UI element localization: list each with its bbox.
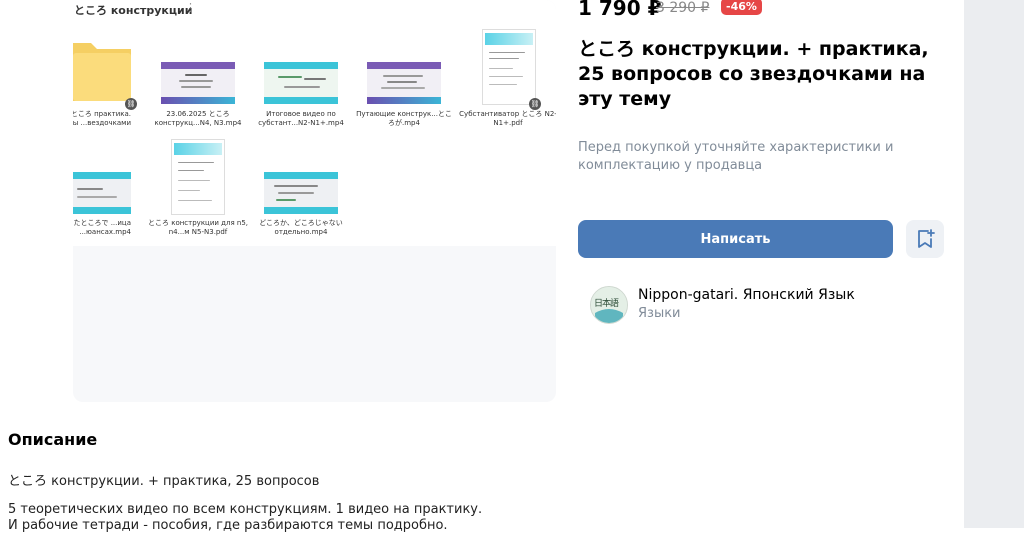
description-line: ところ конструкции. + практика, 25 вопросов bbox=[8, 474, 320, 489]
folder-title: ところ конструкции bbox=[74, 4, 193, 17]
files-grid: ところ конструкции ⋮ ⛓ ところ практика. вопрос… bbox=[73, 0, 556, 246]
video-thumbnail[interactable] bbox=[264, 172, 338, 214]
product-title: ところ конструкции. + практика, 25 вопросов… bbox=[578, 38, 929, 110]
file-label[interactable]: ところ практика. вопросы ...вездочками bbox=[73, 110, 131, 128]
bookmark-button[interactable] bbox=[906, 220, 944, 258]
file-label[interactable]: Путающие конструк...ところが.mp4 bbox=[354, 110, 454, 128]
file-label[interactable]: ところ、たところで ...ица ...юансах.mp4 bbox=[73, 219, 131, 237]
description-line: И рабочие тетради - пособия, где разбира… bbox=[8, 518, 448, 533]
avatar-text: 日本語 bbox=[594, 299, 619, 309]
discount-badge: -46% bbox=[721, 0, 762, 15]
file-label[interactable]: どころか、どころじゃない отдельно.mp4 bbox=[251, 219, 351, 237]
avatar[interactable]: 日本語 bbox=[590, 286, 628, 324]
pdf-thumbnail[interactable] bbox=[482, 29, 536, 105]
description-line: 5 теоретических видео по всем конструкци… bbox=[8, 502, 483, 517]
folder-icon[interactable] bbox=[73, 37, 131, 101]
video-thumbnail[interactable] bbox=[367, 62, 441, 104]
file-label[interactable]: 23.06.2025 ところ конструкц...N4, N3.mp4 bbox=[148, 110, 248, 128]
seller-block[interactable]: 日本語 Nippon-gatari. Японский Язык Языки bbox=[590, 285, 950, 327]
file-label[interactable]: Итоговое видео по субстант...N2-N1+.mp4 bbox=[251, 110, 351, 128]
files-preview-card: ところ конструкции ⋮ ⛓ ところ практика. вопрос… bbox=[73, 0, 556, 402]
bookmark-add-icon bbox=[918, 229, 935, 248]
price: 1 790 ₽ bbox=[578, 0, 662, 20]
seller-name[interactable]: Nippon-gatari. Японский Язык bbox=[638, 287, 855, 303]
video-thumbnail[interactable] bbox=[264, 62, 338, 104]
pdf-thumbnail[interactable] bbox=[171, 139, 225, 215]
more-icon[interactable]: ⋮ bbox=[185, 1, 196, 14]
description-heading: Описание bbox=[8, 430, 98, 449]
seller-category[interactable]: Языки bbox=[638, 306, 681, 321]
shared-link-icon: ⛓ bbox=[529, 98, 541, 110]
write-button[interactable]: Написать bbox=[578, 220, 893, 258]
video-thumbnail[interactable] bbox=[161, 62, 235, 104]
file-label[interactable]: Субстантиватор ところ N2-N1+.pdf bbox=[458, 110, 556, 128]
purchase-hint: Перед покупкой уточняйте характеристики … bbox=[578, 140, 894, 173]
shared-link-icon: ⛓ bbox=[125, 98, 137, 110]
video-thumbnail[interactable] bbox=[73, 172, 131, 214]
file-label[interactable]: ところ конструкции для n5, n4...м N5-N3.pdf bbox=[148, 219, 248, 237]
right-sidebar-strip bbox=[964, 0, 1024, 528]
old-price: 3 290 ₽ bbox=[656, 0, 710, 16]
